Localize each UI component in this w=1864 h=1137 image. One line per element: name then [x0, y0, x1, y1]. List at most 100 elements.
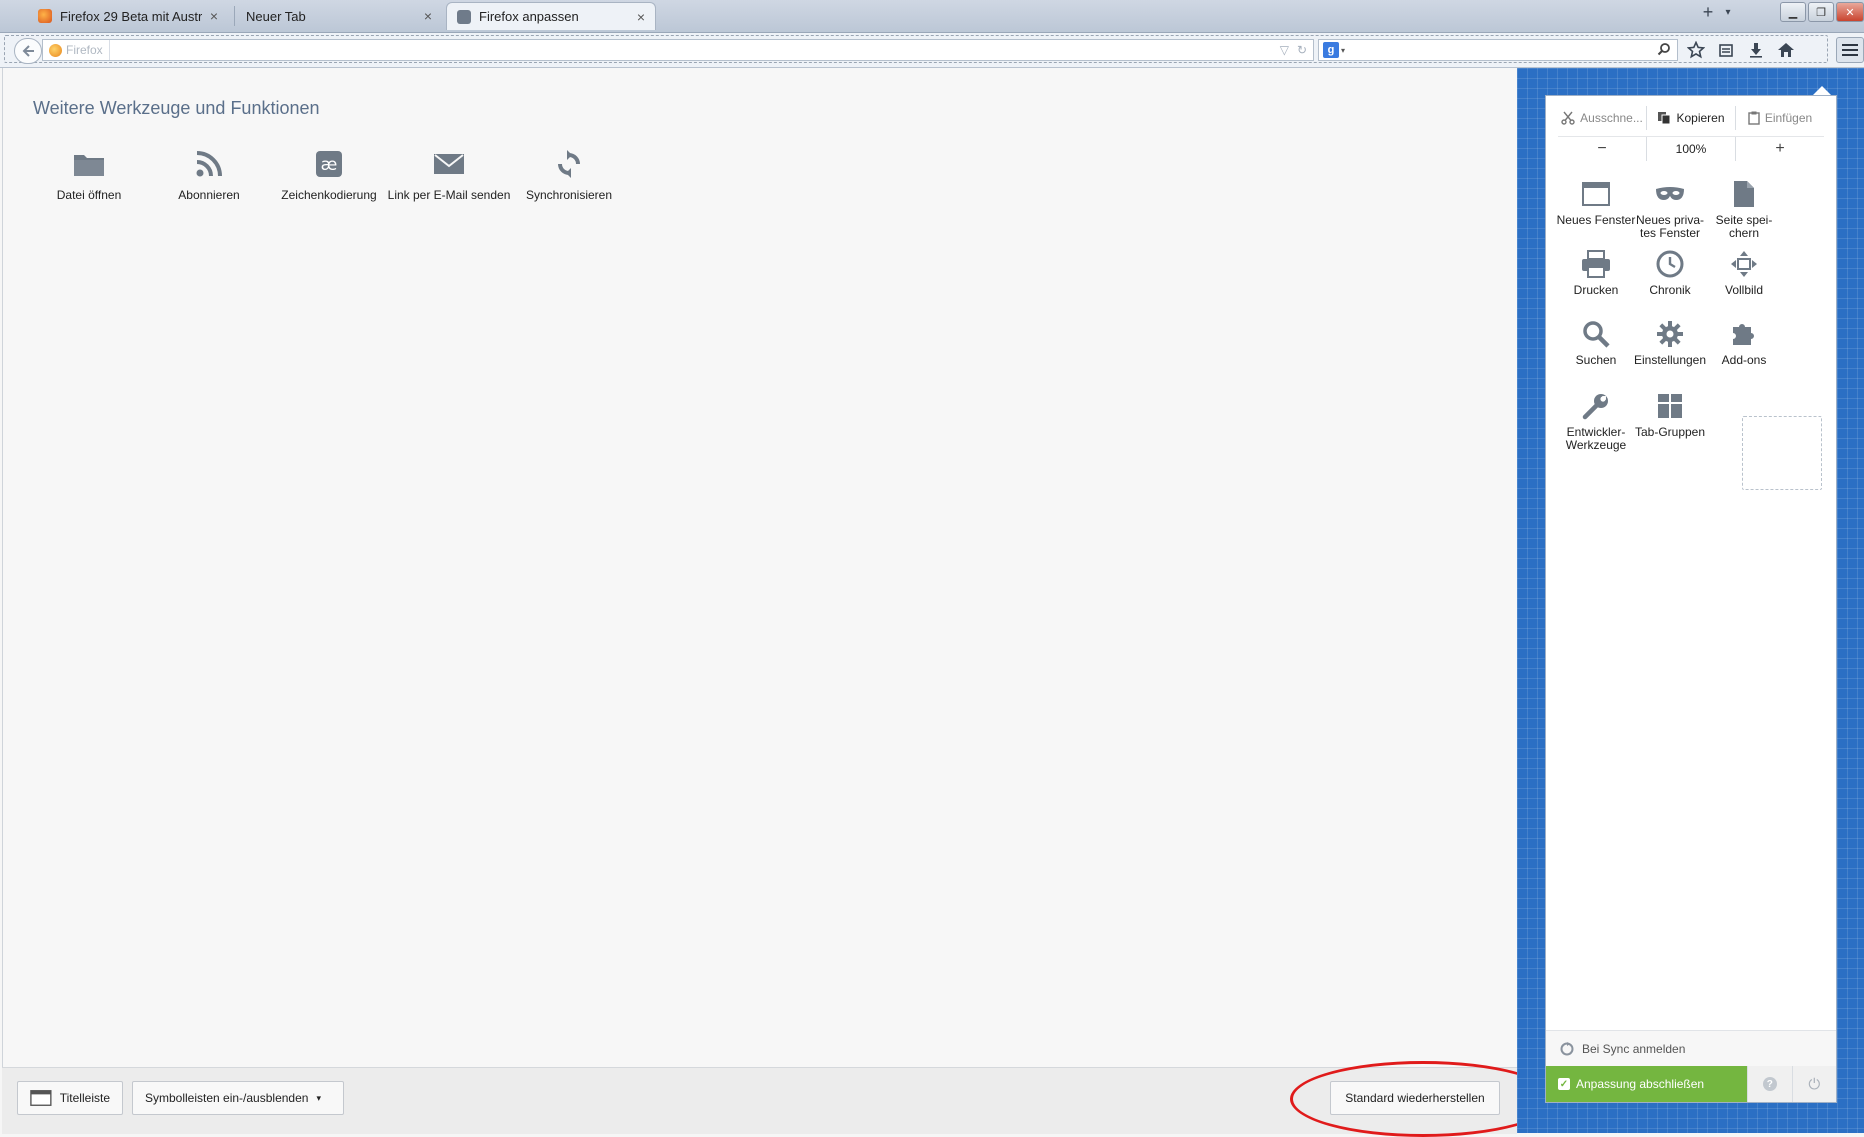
palette-item-open-file[interactable]: Datei öffnen: [29, 146, 149, 226]
clipboard-icon: [1748, 111, 1760, 125]
firefox-tab-favicon-icon: [38, 9, 52, 23]
finish-label: Anpassung abschließen: [1576, 1077, 1705, 1091]
panel-footer: ✓ Anpassung abschließen ? ⏻: [1546, 1066, 1836, 1102]
menu-item-addons[interactable]: Add-ons: [1700, 318, 1788, 398]
url-history-dropdown-icon[interactable]: ▽: [1280, 43, 1289, 57]
tab-label: Firefox 29 Beta mit Australi...: [60, 8, 202, 24]
url-bar[interactable]: Firefox ▽ ↻: [42, 39, 1314, 61]
zoom-reset-button[interactable]: 100%: [1647, 137, 1736, 161]
tab-close-icon[interactable]: ×: [210, 8, 218, 24]
page-icon: [1734, 181, 1754, 207]
wrench-icon: [1582, 394, 1608, 420]
back-arrow-icon: [22, 45, 34, 57]
tab-close-icon[interactable]: ×: [637, 9, 645, 25]
back-button[interactable]: [14, 38, 42, 64]
palette-item-character-encoding[interactable]: æ Zeichenkodierung: [269, 146, 389, 226]
tab-separator: [234, 6, 235, 26]
menu-item-save-page[interactable]: Seite spei- chern: [1700, 178, 1788, 258]
search-bar[interactable]: g ▾: [1318, 39, 1678, 61]
mask-icon: [1656, 187, 1684, 200]
menu-item-label: Neues priva- tes Fenster: [1635, 213, 1705, 240]
titlebar-icon: [30, 1090, 52, 1106]
tab-label: Firefox anpassen: [479, 9, 579, 24]
folder-icon: [74, 155, 104, 176]
copy-label: Kopieren: [1676, 111, 1725, 125]
menu-item-label: Vollbild: [1724, 283, 1764, 297]
tab-close-icon[interactable]: ×: [424, 8, 432, 24]
tab-firefox-anpassen[interactable]: Firefox anpassen ×: [446, 2, 656, 30]
sync-label: Bei Sync anmelden: [1582, 1041, 1686, 1056]
window-icon: [1582, 182, 1610, 206]
copy-button[interactable]: Kopieren: [1647, 106, 1736, 130]
toolbars-visibility-button[interactable]: Symbolleisten ein-/ausblenden ▾: [132, 1081, 344, 1115]
puzzle-icon: [1733, 324, 1754, 345]
edit-controls: Ausschne... Kopieren Einfügen: [1558, 106, 1824, 130]
navigation-toolbar: Firefox ▽ ↻ g ▾: [0, 33, 1864, 68]
search-engine-dropdown-icon[interactable]: ▾: [1341, 46, 1345, 55]
dropdown-arrow-icon: ▾: [316, 1092, 321, 1103]
zoom-controls: − 100% +: [1558, 136, 1824, 161]
menu-item-label: Einstellungen: [1633, 353, 1707, 367]
empty-panel-slot[interactable]: [1742, 416, 1822, 490]
palette-item-sync[interactable]: Synchronisieren: [509, 146, 629, 226]
printer-icon: [1582, 250, 1610, 278]
bookmark-star-icon[interactable]: [1684, 40, 1708, 60]
power-icon: ⏻: [1808, 1075, 1821, 1093]
titlebar-label: Titelleiste: [59, 1091, 110, 1105]
list-all-tabs-icon[interactable]: ▾: [1716, 2, 1740, 22]
reload-icon[interactable]: ↻: [1297, 43, 1307, 57]
palette-item-label: Zeichenkodierung: [281, 188, 377, 202]
menu-item-label: Suchen: [1575, 353, 1617, 367]
palette-item-email-link[interactable]: Link per E-Mail senden: [388, 146, 510, 226]
identity-label: Firefox: [66, 43, 103, 57]
downloads-icon[interactable]: [1744, 40, 1768, 60]
help-button[interactable]: ?: [1747, 1066, 1792, 1102]
magnifier-icon: [1583, 321, 1610, 348]
tab-strip: Firefox 29 Beta mit Australi... × Neuer …: [0, 0, 1864, 33]
window-restore-icon[interactable]: ❐: [1808, 2, 1834, 22]
menu-item-label: Chronik: [1649, 283, 1691, 297]
sync-small-icon: [1560, 1041, 1574, 1055]
menu-item-label: Entwickler- Werkzeuge: [1565, 425, 1627, 452]
menu-item-tab-groups[interactable]: Tab-Gruppen: [1626, 390, 1714, 470]
sync-icon: [558, 150, 580, 178]
zoom-out-button[interactable]: −: [1558, 137, 1647, 161]
hamburger-icon: [1842, 44, 1858, 56]
window-close-icon[interactable]: ✕: [1836, 2, 1864, 22]
quit-button[interactable]: ⏻: [1791, 1066, 1836, 1102]
home-icon[interactable]: [1774, 40, 1798, 60]
finish-customizing-button[interactable]: ✓ Anpassung abschließen: [1546, 1066, 1747, 1102]
zoom-in-button[interactable]: +: [1736, 137, 1824, 161]
window-minimize-icon[interactable]: ▁: [1780, 2, 1806, 22]
bookmarks-menu-icon[interactable]: [1714, 40, 1738, 60]
menu-item-fullscreen[interactable]: Vollbild: [1700, 248, 1788, 328]
firefox-identity-icon: [49, 43, 62, 57]
hamburger-menu-button[interactable]: [1836, 37, 1864, 63]
paste-label: Einfügen: [1764, 111, 1813, 125]
ae-icon: æ: [316, 151, 342, 177]
toolbars-label: Symbolleisten ein-/ausblenden: [145, 1091, 309, 1105]
svg-text:æ: æ: [321, 155, 338, 175]
paste-button[interactable]: Einfügen: [1736, 106, 1824, 130]
titlebar-toggle-button[interactable]: Titelleiste: [17, 1081, 123, 1115]
palette-title: Weitere Werkzeuge und Funktionen: [33, 98, 320, 118]
identity-box[interactable]: Firefox: [43, 40, 110, 60]
palette-item-label: Abonnieren: [178, 188, 240, 202]
cut-label: Ausschne...: [1580, 111, 1643, 125]
sync-sign-in-button[interactable]: Bei Sync anmelden: [1546, 1030, 1836, 1066]
help-icon: ?: [1762, 1077, 1777, 1091]
copy-icon: [1658, 112, 1671, 125]
menu-panel: Ausschne... Kopieren Einfügen − 100% + N…: [1545, 95, 1837, 1103]
tab-groups-icon: [1658, 394, 1682, 418]
menu-item-label: Seite spei- chern: [1715, 213, 1773, 240]
cut-button[interactable]: Ausschne...: [1558, 106, 1647, 130]
menu-item-label: Neues Fenster: [1556, 213, 1636, 227]
palette-item-subscribe[interactable]: Abonnieren: [149, 146, 269, 226]
tab-neuer-tab[interactable]: Neuer Tab ×: [236, 2, 442, 30]
panel-scrollbar[interactable]: [1852, 68, 1864, 1133]
tab-firefox-29-beta[interactable]: Firefox 29 Beta mit Australi... ×: [28, 2, 228, 30]
palette-item-label: Datei öffnen: [56, 188, 122, 202]
search-go-icon[interactable]: [1657, 42, 1671, 59]
customize-palette: Weitere Werkzeuge und Funktionen Datei ö…: [2, 68, 1518, 1067]
search-engine-google-icon[interactable]: g: [1323, 42, 1339, 58]
